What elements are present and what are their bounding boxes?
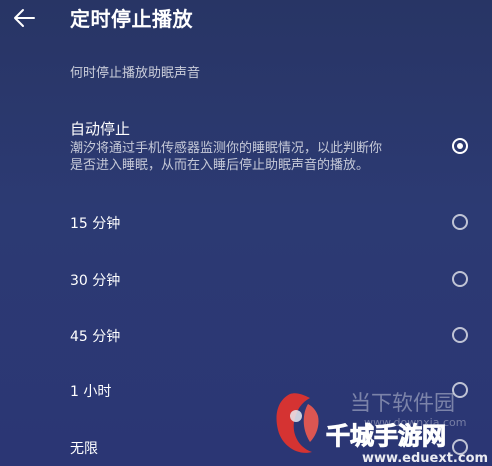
radio-30-min[interactable] xyxy=(452,271,468,287)
radio-45-min[interactable] xyxy=(452,327,468,343)
radio-15-min[interactable] xyxy=(452,214,468,230)
radio-selected-dot xyxy=(457,143,463,149)
option-15-min[interactable]: 15 分钟 xyxy=(0,212,492,236)
option-description-line: 潮汐将通过手机传感器监测你的睡眠情况，以此判断你 xyxy=(70,141,383,156)
option-30-min[interactable]: 30 分钟 xyxy=(0,269,492,293)
arrow-left-icon xyxy=(14,9,35,27)
option-label: 30 分钟 xyxy=(70,273,121,289)
radio-auto-stop[interactable] xyxy=(452,138,468,154)
watermark-text-top: 当下软件园 xyxy=(350,391,455,415)
back-button[interactable] xyxy=(10,6,38,30)
app-header: 定时停止播放 xyxy=(0,0,492,40)
option-label: 45 分钟 xyxy=(70,329,121,345)
watermark-logo: 当下软件园 www.downxia.com 千城手游网 www.eduext.c… xyxy=(276,391,488,466)
option-label: 1 小时 xyxy=(70,384,112,400)
option-label: 无限 xyxy=(70,441,98,457)
option-45-min[interactable]: 45 分钟 xyxy=(0,325,492,349)
timer-settings-page: 定时停止播放 何时停止播放助眠声音 自动停止 潮汐将通过手机传感器监测你的睡眠情… xyxy=(0,0,492,466)
option-label: 自动停止 xyxy=(70,120,131,138)
option-description: 潮汐将通过手机传感器监测你的睡眠情况，以此判断你 是否进入睡眠，从而在入睡后停止… xyxy=(70,140,440,174)
option-description-line: 是否进入睡眠，从而在入睡后停止助眠声音的播放。 xyxy=(70,158,370,173)
watermark-text-main: 千城手游网 xyxy=(326,422,446,450)
option-label: 15 分钟 xyxy=(70,216,121,232)
section-label: 何时停止播放助眠声音 xyxy=(70,66,201,81)
watermark-url-main: www.eduext.com xyxy=(362,451,488,466)
option-auto-stop[interactable]: 自动停止 潮汐将通过手机传感器监测你的睡眠情况，以此判断你 是否进入睡眠，从而在… xyxy=(0,118,492,180)
page-title: 定时停止播放 xyxy=(70,7,193,31)
